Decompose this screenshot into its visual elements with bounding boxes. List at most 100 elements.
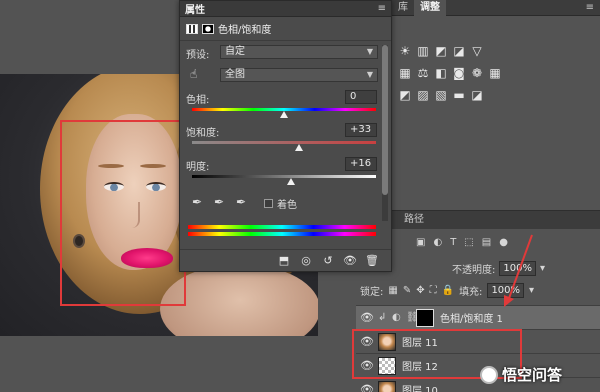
panel-menu-icon[interactable]: ≡ <box>378 3 386 14</box>
shape-filter-icon[interactable]: ⬚ <box>464 237 473 248</box>
fill-label: 填充: <box>459 287 483 298</box>
selective-color-icon[interactable]: ◪ <box>470 88 484 102</box>
saturation-input[interactable]: +33 <box>345 123 377 137</box>
watermark-logo-icon <box>480 365 498 384</box>
lock-artboard-icon[interactable]: ⛶ <box>430 285 437 296</box>
clip-arrow-icon: ↲ <box>378 312 387 323</box>
color-balance-icon[interactable]: ⚖ <box>416 66 430 80</box>
preset-value: 自定 <box>225 46 245 57</box>
properties-bottom-bar: ⬒ ◎ ↺ 👁 🗑 <box>180 249 391 271</box>
tab-library[interactable]: 库 <box>392 0 414 16</box>
colorize-label: 着色 <box>277 200 297 211</box>
adjustments-row-1: ☀ ▥ ◩ ◪ ▽ <box>398 44 484 58</box>
lock-paint-icon[interactable]: ✎ <box>403 285 411 296</box>
watermark: 悟空问答 <box>480 364 562 385</box>
levels-icon[interactable]: ▥ <box>416 44 430 58</box>
output-color-bar <box>188 232 376 236</box>
panel-menu-icon[interactable]: ≡ <box>580 0 600 16</box>
lock-row: 锁定: ▦ ✎ ✥ ⛶ 🔒 填充: 100% ▾ <box>356 283 600 298</box>
face-highlight-box <box>60 120 186 306</box>
hue-input[interactable]: 0 <box>345 90 377 104</box>
channel-value: 全图 <box>225 69 245 80</box>
colorize-checkbox[interactable] <box>264 199 273 208</box>
properties-scrollbar[interactable] <box>382 45 388 221</box>
gradient-map-icon[interactable]: ▬ <box>452 88 466 102</box>
visibility-eye-icon[interactable]: 👁 <box>356 383 378 392</box>
adjust-filter-icon[interactable]: ◐ <box>433 237 442 248</box>
watermark-text: 悟空问答 <box>502 366 563 384</box>
color-lookup-icon[interactable]: ▦ <box>488 66 502 80</box>
type-filter-icon[interactable]: T <box>450 237 456 248</box>
layer-name: 图层 10 <box>402 386 438 392</box>
reset-icon[interactable]: ↺ <box>320 253 336 269</box>
scrollbar-thumb[interactable] <box>382 45 388 195</box>
properties-panel: 属性 ≡ 色相/饱和度 预设: 自定 ▼ ☝ 全图 ▼ 色相: 0 饱和度: +… <box>179 0 392 272</box>
brightness-icon[interactable]: ☀ <box>398 44 412 58</box>
lock-move-icon[interactable]: ✥ <box>416 285 424 296</box>
saturation-slider-track[interactable] <box>192 141 376 144</box>
layers-panel: 通道 路径 ▣ ◐ T ⬚ ▤ ● 不透明度: 100% ▾ 锁定: ▦ ✎ ✥… <box>352 210 600 392</box>
chevron-down-icon: ▼ <box>366 47 373 56</box>
adjustments-panel: ☀ ▥ ◩ ◪ ▽ ▦ ⚖ ◧ ◙ ❁ ▦ ◩ ▨ ▧ ▬ ◪ <box>392 16 600 206</box>
view-previous-icon[interactable]: ◎ <box>298 253 314 269</box>
hue-saturation-icon[interactable]: ▦ <box>398 66 412 80</box>
opacity-dropdown-icon[interactable]: ▾ <box>540 263 545 274</box>
exposure-icon[interactable]: ◪ <box>452 44 466 58</box>
smart-filter-icon[interactable]: ▤ <box>482 237 491 248</box>
threshold-icon[interactable]: ▧ <box>434 88 448 102</box>
layer-row-hue-saturation[interactable]: 👁 ↲ ◐ ⛓ 色相/饱和度 1 <box>356 305 600 329</box>
hue-saturation-icon <box>186 23 198 34</box>
clip-to-layer-icon[interactable]: ⬒ <box>276 253 292 269</box>
eyedropper-minus-icon[interactable]: ✒ <box>236 195 246 209</box>
properties-title: 属性 <box>185 5 205 16</box>
adjustment-header: 色相/饱和度 <box>180 17 391 41</box>
eyedropper-plus-icon[interactable]: ✒ <box>214 195 224 209</box>
adjust-tabstrip: 库 调整 ≡ <box>392 0 600 16</box>
visibility-eye-icon[interactable]: 👁 <box>342 253 358 269</box>
lightness-slider-track[interactable] <box>192 175 376 178</box>
saturation-slider-handle[interactable] <box>294 144 303 151</box>
delete-icon[interactable]: 🗑 <box>364 253 380 269</box>
lock-label: 锁定: <box>360 287 384 298</box>
adjustments-row-2: ▦ ⚖ ◧ ◙ ❁ ▦ <box>398 66 502 80</box>
layer-name: 色相/饱和度 1 <box>440 314 503 325</box>
invert-icon[interactable]: ◩ <box>398 88 412 102</box>
black-white-icon[interactable]: ◧ <box>434 66 448 80</box>
chain-link-icon[interactable]: ⛓ <box>406 312 419 323</box>
preset-dropdown[interactable]: 自定 ▼ <box>220 45 378 59</box>
opacity-label: 不透明度: <box>452 265 496 276</box>
adjustment-layer-icon: ◐ <box>392 312 401 323</box>
chevron-down-icon: ▼ <box>366 70 373 79</box>
lightness-input[interactable]: +16 <box>345 157 377 171</box>
lightness-label: 明度: <box>186 162 210 173</box>
opacity-row: 不透明度: 100% ▾ <box>356 261 600 276</box>
saturation-label: 饱和度: <box>186 128 220 139</box>
eyedropper-icon[interactable]: ✒ <box>192 195 202 209</box>
pixel-filter-icon[interactable]: ▣ <box>416 237 425 248</box>
layer-row-10[interactable]: 👁 图层 10 <box>356 377 600 392</box>
layer-mask-thumbnail[interactable] <box>416 308 434 327</box>
lock-transparent-icon[interactable]: ▦ <box>388 285 397 296</box>
properties-titlebar[interactable]: 属性 ≡ <box>180 1 391 17</box>
targeted-adjust-hand-icon[interactable]: ☝ <box>190 67 197 81</box>
channel-dropdown[interactable]: 全图 ▼ <box>220 68 378 82</box>
lightness-slider-handle[interactable] <box>287 178 296 185</box>
photo-filter-icon[interactable]: ◙ <box>452 66 466 80</box>
curves-icon[interactable]: ◩ <box>434 44 448 58</box>
preset-label: 预设: <box>186 50 210 61</box>
input-color-bar <box>188 225 376 229</box>
tab-paths[interactable]: 路径 <box>400 211 432 229</box>
red-arrow-icon <box>504 234 533 307</box>
hue-slider-handle[interactable] <box>280 111 288 118</box>
lock-all-icon[interactable]: 🔒 <box>442 285 454 296</box>
layers-panel-tabs: 通道 路径 <box>356 211 600 229</box>
channel-mixer-icon[interactable]: ❁ <box>470 66 484 80</box>
vibrance-icon[interactable]: ▽ <box>470 44 484 58</box>
tab-adjust[interactable]: 调整 <box>414 0 446 16</box>
hue-label: 色相: <box>186 95 210 106</box>
visibility-eye-icon[interactable]: 👁 <box>356 311 378 324</box>
layer-thumbnail <box>378 380 396 392</box>
mask-icon[interactable] <box>202 23 214 34</box>
layer-filter-row: ▣ ◐ T ⬚ ▤ ● <box>356 237 600 248</box>
posterize-icon[interactable]: ▨ <box>416 88 430 102</box>
